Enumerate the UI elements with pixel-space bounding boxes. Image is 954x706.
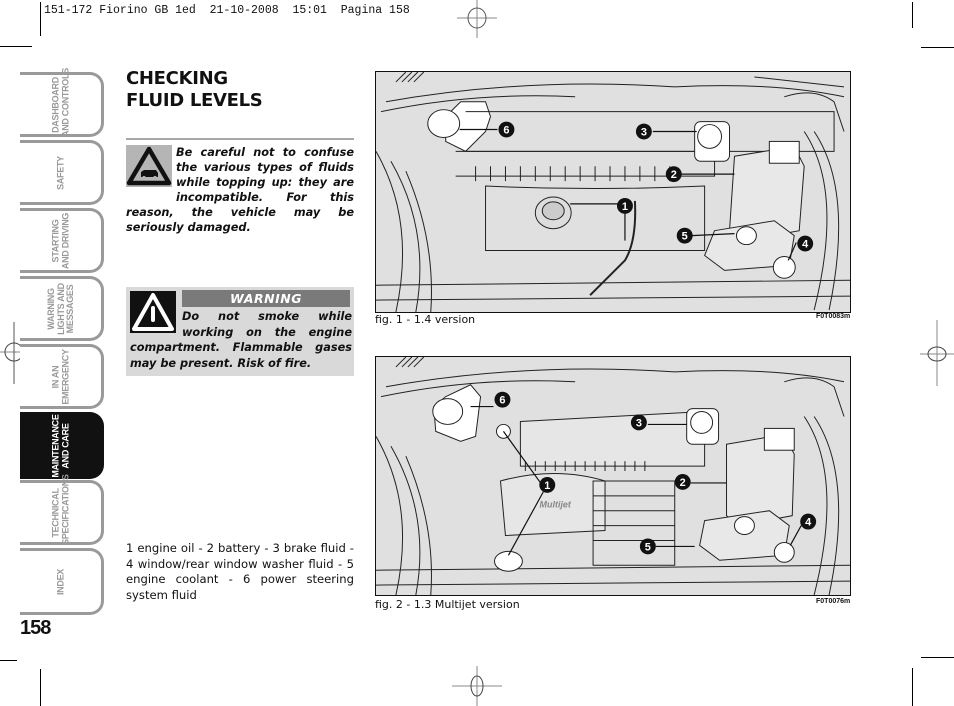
engine-diagram-1: 6 1 3 2 5 4: [376, 72, 850, 312]
side-tab-in-an-emergency[interactable]: IN AN EMERGENCY: [20, 344, 104, 409]
crop-mark: [912, 668, 913, 706]
side-tab-label: INDEX: [54, 568, 65, 595]
crop-mark: [40, 2, 41, 36]
figure-legend: 1 engine oil - 2 battery - 3 brake fluid…: [126, 541, 354, 602]
side-tab-technical-specifications[interactable]: TECHNICAL SPECIFICATIONS: [20, 473, 104, 545]
svg-text:2: 2: [671, 169, 677, 181]
section-title: CHECKING FLUID LEVELS: [126, 68, 263, 112]
callout-6: 6: [494, 391, 511, 408]
svg-text:6: 6: [499, 395, 505, 407]
crop-mark: [912, 2, 913, 28]
side-tab-label: STARTING AND DRIVING: [50, 212, 70, 269]
side-tab-label: DASHBOARD AND CONTROLS: [50, 67, 70, 137]
side-tab-label: SAFETY: [54, 155, 65, 190]
side-tab-label: WARNING LIGHTS AND MESSAGES: [45, 282, 75, 335]
svg-text:4: 4: [805, 517, 812, 529]
callout-3: 3: [635, 123, 652, 140]
side-tab-label: MAINTENANCE AND CARE: [50, 413, 70, 478]
engine-compartment-figure-1: 6 1 3 2 5 4: [375, 71, 851, 313]
svg-text:6: 6: [503, 125, 509, 137]
svg-text:3: 3: [641, 126, 647, 138]
figure-2-caption: fig. 2 - 1.3 Multijet version: [375, 598, 520, 611]
svg-text:5: 5: [645, 541, 651, 553]
callout-1: 1: [539, 476, 556, 493]
side-tab-index[interactable]: INDEX: [20, 548, 104, 615]
divider: [126, 138, 354, 140]
print-header: 151-172 Fiorino GB 1ed 21-10-2008 15:01 …: [44, 4, 410, 17]
engine-compartment-figure-2: Multijet 6 1 3 2 5 4: [375, 356, 851, 596]
side-tab-dashboard-and-controls[interactable]: DASHBOARD AND CONTROLS: [20, 67, 104, 137]
warning-heading: WARNING: [182, 290, 350, 307]
side-tab-label: IN AN EMERGENCY: [50, 348, 70, 405]
registration-mark-top: [457, 0, 497, 38]
figure-2-code: F0T0076m: [816, 598, 851, 605]
figure-1-caption: fig. 1 - 1.4 version: [375, 313, 476, 326]
registration-mark-bottom: [452, 666, 502, 706]
crop-mark: [921, 657, 954, 658]
side-tab-starting-and-driving[interactable]: STARTING AND DRIVING: [20, 208, 104, 273]
crop-mark: [0, 660, 17, 661]
side-tab-label: TECHNICAL SPECIFICATIONS: [50, 473, 70, 545]
svg-text:1: 1: [544, 480, 550, 492]
multijet-badge: Multijet: [540, 500, 572, 510]
callout-6: 6: [498, 121, 515, 138]
callout-1: 1: [616, 197, 633, 214]
crop-mark: [40, 669, 41, 706]
svg-text:3: 3: [636, 417, 642, 429]
svg-text:4: 4: [802, 239, 809, 251]
svg-text:2: 2: [680, 477, 686, 489]
page-number: 158: [20, 617, 51, 639]
caution-notice: Be careful not to confuse the various ty…: [126, 145, 354, 235]
section-title-line2: FLUID LEVELS: [126, 90, 263, 111]
callout-2: 2: [674, 474, 691, 490]
callout-2: 2: [665, 166, 682, 183]
side-tab-maintenance-and-care[interactable]: MAINTENANCE AND CARE: [20, 412, 104, 479]
crop-mark: [921, 47, 954, 48]
figure-1-code: F0T0083m: [816, 313, 851, 320]
registration-mark-right: [920, 320, 954, 386]
callout-3: 3: [630, 414, 647, 431]
side-tab-safety[interactable]: SAFETY: [20, 140, 104, 205]
callout-4: 4: [800, 513, 817, 530]
side-tab-warning-lights-and-messages[interactable]: WARNING LIGHTS AND MESSAGES: [20, 276, 104, 341]
section-title-line1: CHECKING: [126, 68, 228, 89]
svg-text:5: 5: [682, 231, 688, 243]
callout-4: 4: [797, 235, 814, 252]
engine-diagram-2: Multijet 6 1 3 2 5 4: [376, 357, 850, 595]
crop-mark: [0, 46, 32, 47]
callout-5: 5: [676, 227, 693, 244]
callout-5: 5: [639, 538, 656, 555]
warning-notice: Do not smoke while working on the engine…: [130, 309, 352, 371]
svg-text:1: 1: [622, 201, 628, 213]
